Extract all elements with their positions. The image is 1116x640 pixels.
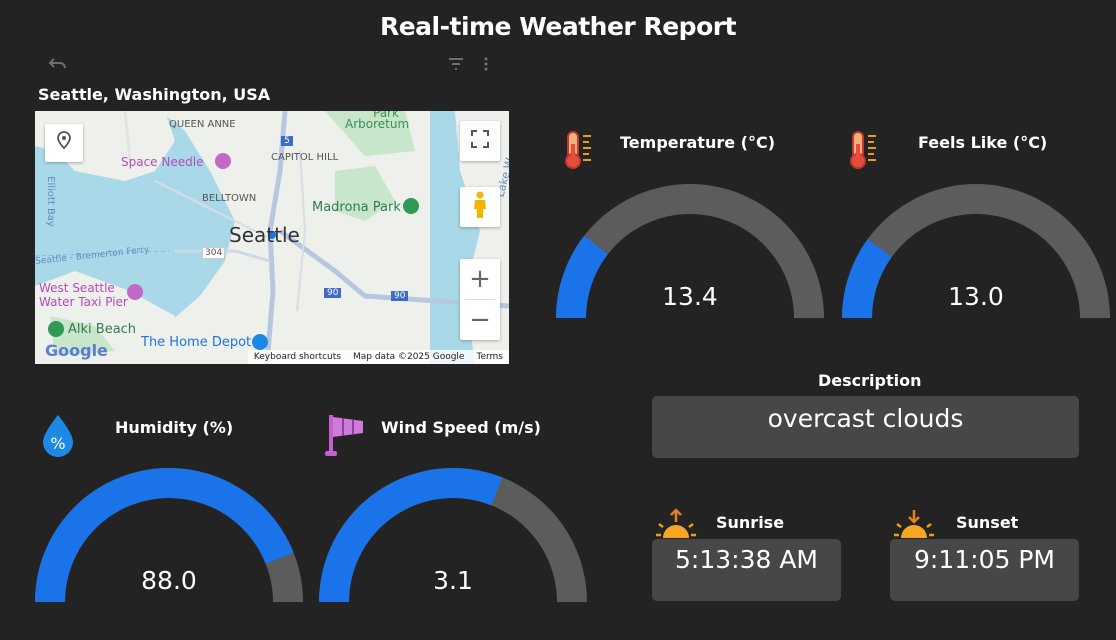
map-label-route-304: 304	[202, 247, 226, 259]
page-title: Real-time Weather Report	[379, 12, 737, 41]
map-label-home-depot: The Home Depot	[141, 335, 252, 350]
description-label: Description	[818, 371, 922, 390]
map-label-route-90b: 90	[391, 291, 409, 301]
map-view[interactable]: QUEEN ANNE Park Arboretum CAPITOL HILL S…	[35, 111, 509, 364]
humidity-value: 88.0	[141, 566, 197, 595]
thermometer-icon	[562, 130, 598, 174]
humidity-label: Humidity (%)	[115, 418, 234, 437]
more-vert-icon[interactable]	[483, 57, 489, 74]
map-label-route-5: 5	[281, 136, 293, 146]
map-attribution: Keyboard shortcuts Map data ©2025 Google…	[247, 350, 509, 364]
map-label-alki-beach: Alki Beach	[68, 322, 137, 337]
windsock-icon	[323, 411, 367, 461]
map-label-queen-anne: QUEEN ANNE	[169, 119, 236, 130]
temperature-label: Temperature (°C)	[620, 133, 776, 152]
sunset-value: 9:11:05 PM	[890, 539, 1079, 601]
thermometer-icon	[847, 130, 883, 174]
map-label-west-seattle: West Seattle	[39, 281, 115, 295]
map-label-elliott-bay: Elliott Bay	[44, 176, 56, 227]
zoom-control: + −	[460, 259, 500, 340]
map-label-route-90a: 90	[324, 288, 342, 298]
fullscreen-icon	[471, 130, 489, 152]
terms-link[interactable]: Terms	[476, 352, 503, 362]
feels-like-label: Feels Like (°C)	[918, 133, 1048, 152]
sunrise-value: 5:13:38 AM	[652, 539, 841, 601]
description-value: overcast clouds	[652, 396, 1079, 458]
location-label: Seattle, Washington, USA	[38, 85, 271, 104]
filter-icon[interactable]	[448, 57, 464, 73]
google-logo[interactable]: Google	[45, 341, 108, 360]
undo-icon[interactable]	[48, 57, 67, 74]
svg-text:%: %	[50, 434, 65, 453]
map-label-madrona-park: Madrona Park	[312, 200, 401, 215]
keyboard-shortcuts-link[interactable]: Keyboard shortcuts	[254, 352, 341, 362]
wind-speed-label: Wind Speed (m/s)	[381, 418, 541, 437]
map-label-city: Seattle	[229, 223, 300, 247]
zoom-out-button[interactable]: −	[460, 300, 500, 340]
map-label-belltown: BELLTOWN	[202, 193, 257, 204]
humidity-drop-icon: %	[40, 413, 76, 463]
map-data-text: Map data ©2025 Google	[352, 352, 465, 362]
map-label-capitol-hill: CAPITOL HILL	[271, 152, 339, 163]
pegman-icon	[472, 191, 488, 223]
wind-speed-value: 3.1	[433, 566, 473, 595]
street-view-button[interactable]	[460, 187, 500, 227]
sunset-label: Sunset	[956, 513, 1019, 532]
map-label-arboretum: Arboretum	[345, 117, 410, 131]
fullscreen-button[interactable]	[460, 121, 500, 161]
temperature-value: 13.4	[662, 282, 718, 311]
locate-button[interactable]	[45, 124, 83, 162]
feels-like-value: 13.0	[948, 282, 1004, 311]
map-label-water-taxi: Water Taxi Pier	[39, 295, 128, 309]
zoom-in-button[interactable]: +	[460, 259, 500, 299]
map-label-space-needle: Space Needle	[121, 155, 204, 169]
sunrise-label: Sunrise	[716, 513, 785, 532]
location-pin-icon	[55, 131, 73, 155]
